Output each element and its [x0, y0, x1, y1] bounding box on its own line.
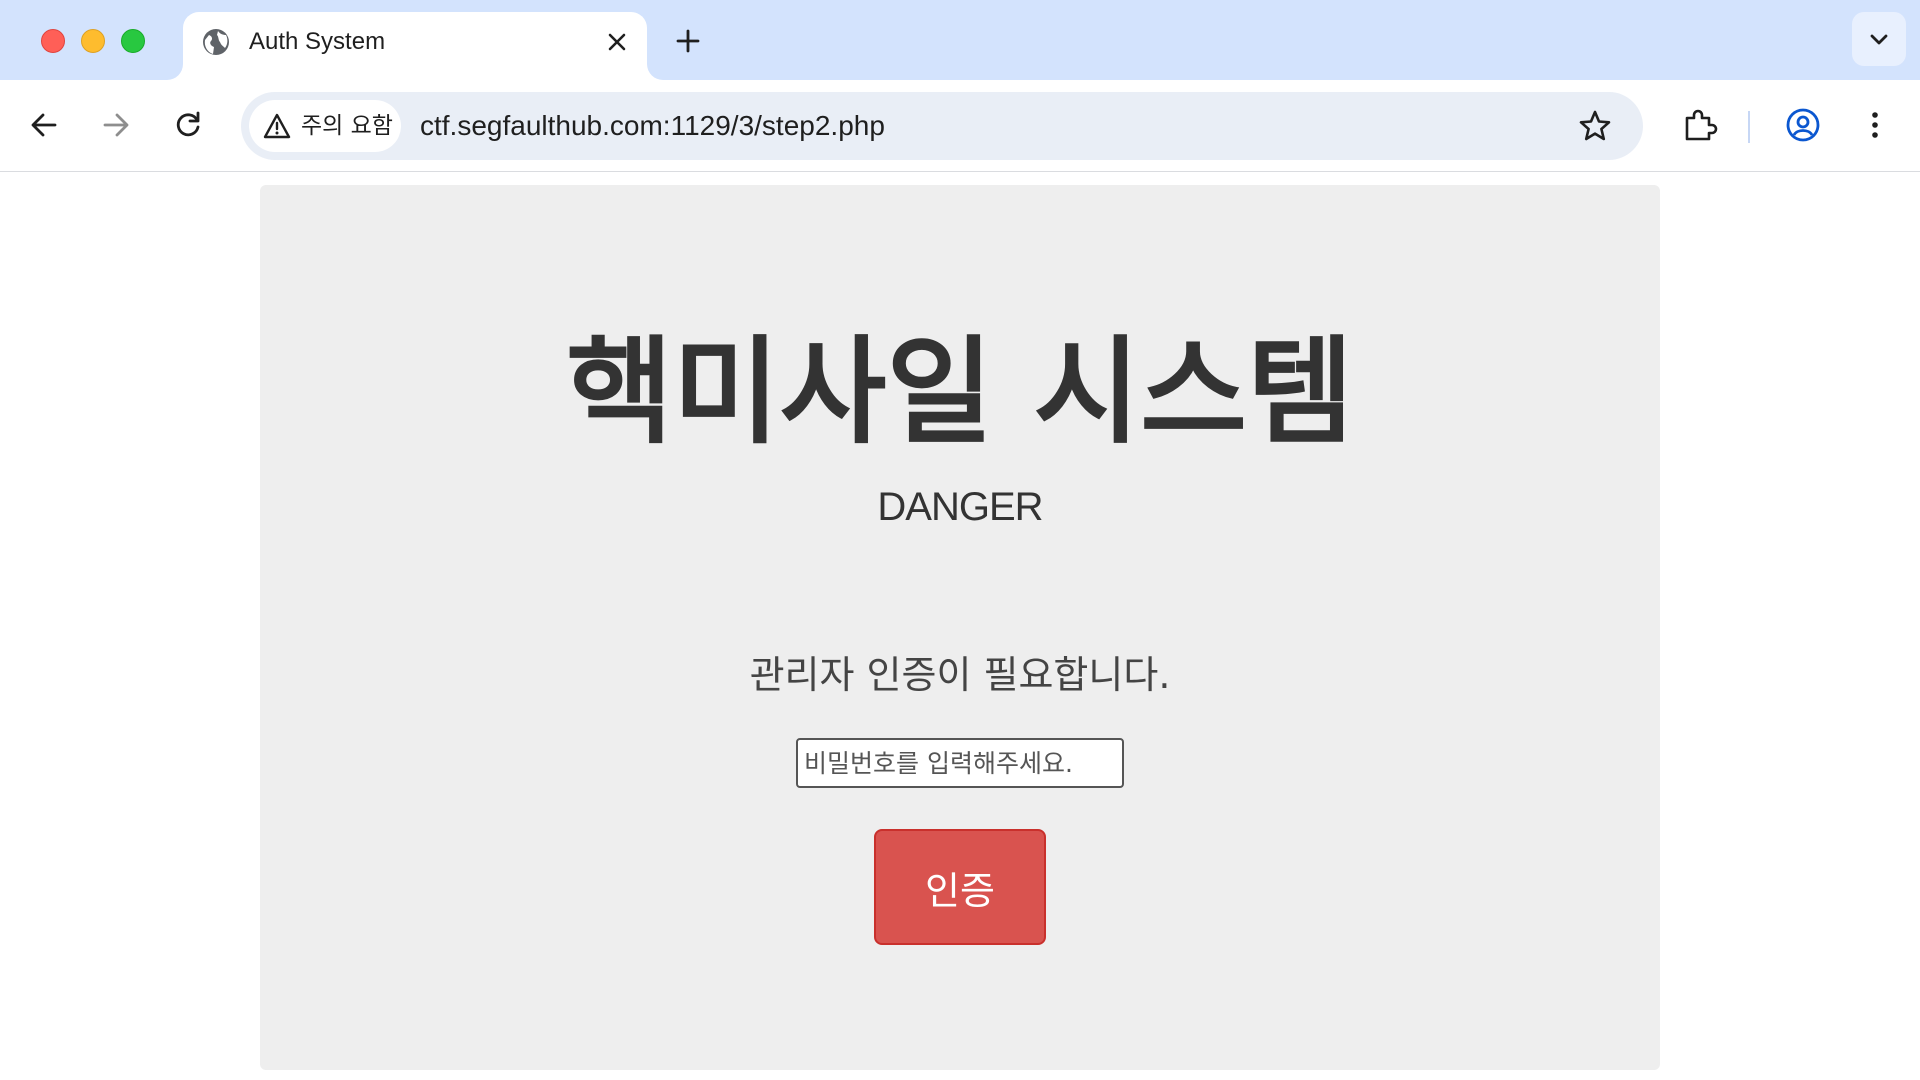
- more-menu-icon[interactable]: [1858, 108, 1892, 142]
- password-input[interactable]: [796, 738, 1124, 788]
- page-subtitle: DANGER: [877, 485, 1043, 529]
- page-title: 핵미사일 시스템: [566, 325, 1354, 460]
- window-close-button[interactable]: [41, 29, 65, 53]
- auth-submit-button[interactable]: 인증: [874, 829, 1046, 945]
- window-minimize-button[interactable]: [81, 29, 105, 53]
- tab-title: Auth System: [249, 28, 386, 55]
- tab-search-button[interactable]: [1852, 12, 1906, 66]
- reload-icon[interactable]: [171, 108, 205, 142]
- address-bar[interactable]: 주의 요함 ctf.segfaulthub.com:1129/3/step2.p…: [241, 92, 1643, 160]
- auth-prompt: 관리자 인증이 필요합니다.: [749, 653, 1171, 697]
- chevron-down-icon: [1870, 34, 1888, 45]
- forward-arrow-icon[interactable]: [99, 108, 133, 142]
- warning-icon: [263, 113, 291, 139]
- new-tab-icon[interactable]: [671, 24, 705, 58]
- security-chip[interactable]: 주의 요함: [249, 100, 401, 152]
- close-icon[interactable]: [603, 28, 631, 56]
- globe-icon: [203, 29, 229, 55]
- active-tab[interactable]: Auth System: [183, 12, 647, 80]
- extensions-puzzle-icon[interactable]: [1680, 106, 1718, 144]
- tab-strip: Auth System: [0, 0, 1920, 80]
- back-arrow-icon[interactable]: [27, 108, 61, 142]
- profile-avatar-icon[interactable]: [1785, 107, 1821, 143]
- bookmark-star-icon[interactable]: [1577, 108, 1613, 144]
- browser-toolbar: 주의 요함 ctf.segfaulthub.com:1129/3/step2.p…: [0, 80, 1920, 172]
- window-zoom-button[interactable]: [121, 29, 145, 53]
- url-text[interactable]: ctf.segfaulthub.com:1129/3/step2.php: [420, 108, 885, 144]
- security-chip-label: 주의 요함: [301, 113, 393, 139]
- toolbar-divider: [1748, 111, 1750, 143]
